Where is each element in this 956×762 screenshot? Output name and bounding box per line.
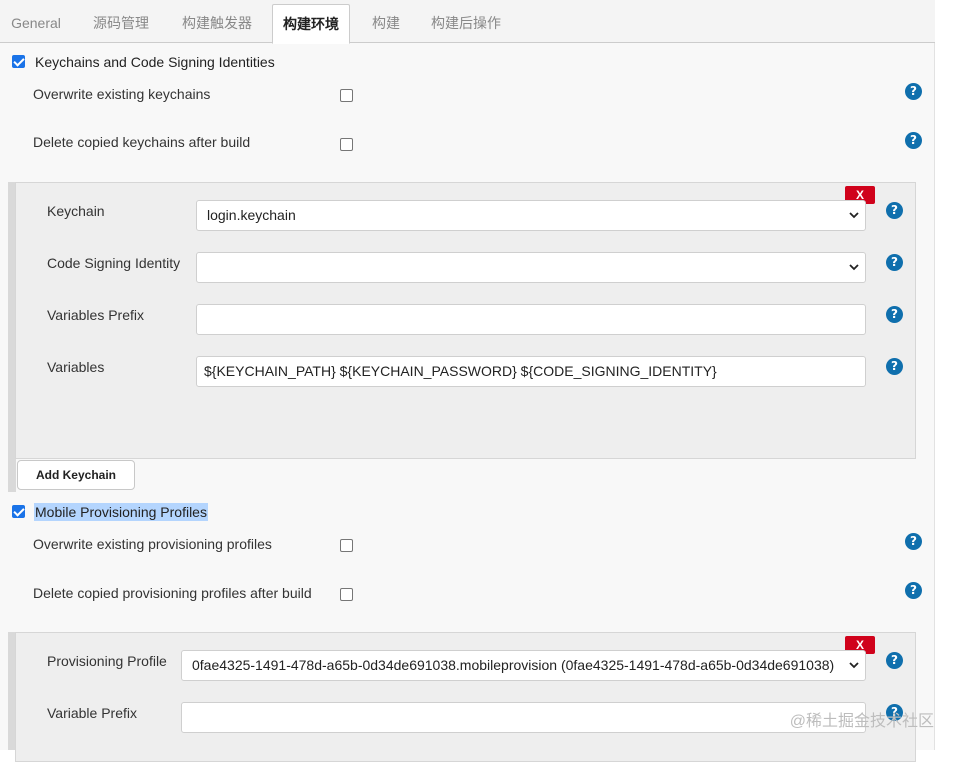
keychains-section-title: Keychains and Code Signing Identities bbox=[35, 54, 275, 70]
help-icon[interactable]: ? bbox=[886, 652, 903, 669]
keychain-label: Keychain bbox=[47, 203, 105, 219]
variables-input[interactable]: ${KEYCHAIN_PATH} ${KEYCHAIN_PASSWORD} ${… bbox=[196, 356, 866, 387]
delete-keychains-checkbox[interactable] bbox=[340, 138, 353, 151]
overwrite-keychains-checkbox[interactable] bbox=[340, 89, 353, 102]
keychain-select-value: login.keychain bbox=[207, 207, 296, 223]
help-icon[interactable]: ? bbox=[905, 132, 922, 149]
delete-keychains-label: Delete copied keychains after build bbox=[33, 134, 251, 150]
tab-build-triggers[interactable]: 构建触发器 bbox=[172, 4, 262, 43]
delete-profiles-label: Delete copied provisioning profiles afte… bbox=[33, 585, 312, 601]
variables-label: Variables bbox=[47, 359, 105, 375]
variables-prefix-label: Variables Prefix bbox=[47, 307, 145, 323]
chevron-down-icon bbox=[849, 253, 859, 271]
tab-build[interactable]: 构建 bbox=[360, 4, 412, 43]
keychain-select[interactable]: login.keychain bbox=[196, 200, 866, 231]
add-keychain-button[interactable]: Add Keychain bbox=[17, 460, 135, 490]
tab-general[interactable]: General bbox=[0, 4, 72, 43]
chevron-down-icon bbox=[846, 651, 859, 669]
variables-prefix-input[interactable] bbox=[196, 304, 866, 335]
overwrite-profiles-label: Overwrite existing provisioning profiles bbox=[33, 536, 272, 552]
overwrite-profiles-checkbox[interactable] bbox=[340, 539, 353, 552]
help-icon[interactable]: ? bbox=[905, 533, 922, 550]
tab-build-environment[interactable]: 构建环境 bbox=[272, 4, 350, 44]
help-icon[interactable]: ? bbox=[905, 83, 922, 100]
help-icon[interactable]: ? bbox=[886, 358, 903, 375]
profiles-section-title: Mobile Provisioning Profiles bbox=[34, 503, 208, 521]
code-signing-identity-select[interactable] bbox=[196, 252, 866, 283]
help-icon[interactable]: ? bbox=[905, 582, 922, 599]
right-gutter bbox=[935, 0, 956, 750]
provisioning-profile-select[interactable]: 0fae4325-1491-478d-a65b-0d34de691038.mob… bbox=[181, 650, 866, 681]
tab-post-build-actions[interactable]: 构建后操作 bbox=[420, 4, 512, 43]
help-icon[interactable]: ? bbox=[886, 202, 903, 219]
tab-source-management[interactable]: 源码管理 bbox=[80, 4, 162, 43]
variable-prefix-input[interactable] bbox=[181, 702, 866, 733]
profiles-enable-checkbox[interactable] bbox=[12, 505, 25, 518]
help-icon[interactable]: ? bbox=[886, 254, 903, 271]
variable-prefix-label: Variable Prefix bbox=[47, 705, 138, 721]
tab-bar: General 源码管理 构建触发器 构建环境 构建 构建后操作 bbox=[0, 0, 935, 44]
code-signing-identity-label: Code Signing Identity bbox=[47, 255, 181, 271]
overwrite-keychains-label: Overwrite existing keychains bbox=[33, 86, 211, 102]
delete-profiles-checkbox[interactable] bbox=[340, 588, 353, 601]
provisioning-profile-label: Provisioning Profile bbox=[47, 653, 167, 669]
watermark: @稀土掘金技术社区 bbox=[789, 713, 934, 730]
provisioning-profile-value: 0fae4325-1491-478d-a65b-0d34de691038.mob… bbox=[192, 657, 835, 673]
keychains-enable-checkbox[interactable] bbox=[12, 55, 25, 68]
help-icon[interactable]: ? bbox=[886, 306, 903, 323]
chevron-down-icon bbox=[849, 201, 859, 219]
